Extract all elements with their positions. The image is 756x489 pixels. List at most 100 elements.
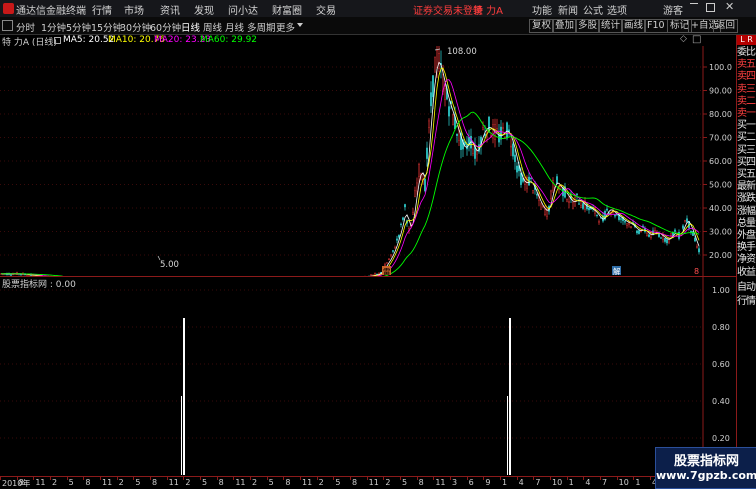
user-guest[interactable]: 游客 (663, 2, 683, 17)
indicator-tick-label: 0.80 (712, 323, 730, 332)
tool-huaxian[interactable]: 画线 (621, 19, 646, 33)
period-monthly[interactable]: 月线 (225, 20, 244, 34)
close-icon[interactable]: ✕ (725, 0, 734, 13)
period-fenshi[interactable]: 分时 (16, 20, 35, 34)
maximize-icon[interactable] (706, 3, 715, 12)
period-more[interactable]: 更多 (276, 20, 295, 34)
menu-xuanxiang[interactable]: 选项 (607, 2, 627, 17)
date-label: 2 (185, 478, 190, 487)
date-label: 5 (69, 478, 74, 487)
restore-icon[interactable]: □ (692, 34, 701, 45)
date-tick (517, 477, 518, 480)
menu-gongneng[interactable]: 功能 (532, 2, 552, 17)
candle-body (386, 263, 387, 264)
menu-hangqing[interactable]: 行情 (92, 2, 112, 17)
indicator-chart[interactable]: 1.000.800.600.400.20 (0, 276, 736, 476)
chevron-down-icon[interactable] (297, 23, 303, 27)
date-label: 10 (552, 478, 562, 487)
candle-body (690, 231, 691, 232)
date-label: 11 (369, 478, 379, 487)
ma5-line (1, 62, 699, 276)
tool-diejia[interactable]: 叠加 (552, 19, 577, 33)
quote-bottom-item-1[interactable]: 行情 (737, 295, 756, 309)
ma10-line (1, 68, 699, 276)
date-label: 8 (19, 478, 24, 487)
price-axis: 100.090.0080.0070.0060.0050.0040.0030.00… (709, 63, 732, 260)
date-label: 9 (485, 478, 490, 487)
menu-jiaoyi[interactable]: 交易 (316, 2, 336, 17)
candle-body (516, 166, 517, 172)
candle-body (626, 224, 627, 226)
menu-wenxiaoda[interactable]: 问小达 (228, 2, 258, 17)
period-1min[interactable]: 1分钟 (41, 20, 66, 34)
price-tick-label: 30.00 (709, 228, 732, 237)
candle-body (580, 205, 581, 207)
candle-body (532, 191, 533, 192)
indicator-tick-label: 0.60 (712, 360, 730, 369)
candle-body (452, 115, 453, 125)
date-label: 8 (419, 478, 424, 487)
menu-shichang[interactable]: 市场 (124, 2, 144, 17)
candle-body (568, 201, 569, 202)
date-label: 2 (52, 478, 57, 487)
candle-body (550, 191, 551, 199)
date-tick (217, 477, 218, 480)
tool-tongji[interactable]: 统计 (598, 19, 623, 33)
date-tick (17, 477, 18, 480)
date-label: 2 (252, 478, 257, 487)
price-tick-label: 80.00 (709, 110, 732, 119)
candle-body (402, 218, 403, 220)
period-multi[interactable]: 多周期 (247, 20, 276, 34)
candle-body (414, 191, 415, 197)
watermark-url: www.7gpzb.com (656, 469, 756, 482)
candle-body (640, 231, 641, 232)
menu-gongshi[interactable]: 公式 (583, 2, 603, 17)
tool-fuquan[interactable]: 复权 (529, 19, 554, 33)
date-label: 5 (202, 478, 207, 487)
tool-f10[interactable]: F10 (644, 19, 668, 33)
candle-body (540, 204, 541, 209)
event-marker-8[interactable]: 8 (694, 267, 699, 276)
date-tick (383, 477, 384, 480)
period-daily[interactable]: 日线 (181, 20, 200, 34)
period-5min[interactable]: 5分钟 (66, 20, 91, 34)
indicator-tick-label: 0.20 (712, 434, 730, 443)
candle-body (448, 107, 449, 117)
candle-body (444, 88, 445, 99)
date-tick (0, 477, 1, 480)
candle-body (396, 239, 397, 241)
signal-bar-2b (507, 396, 508, 475)
candle-body (658, 234, 659, 237)
kline-chart[interactable]: 100.090.0080.0070.0060.0050.0040.0030.00… (0, 46, 736, 276)
date-label: 5 (402, 478, 407, 487)
candlesticks (0, 46, 699, 276)
tool-back[interactable]: 返回 (713, 19, 738, 33)
tool-duogu[interactable]: 多股 (575, 19, 600, 33)
price-tick-label: 70.00 (709, 134, 732, 143)
period-30min[interactable]: 30分钟 (120, 20, 151, 34)
panel-toggle-icon[interactable] (2, 20, 13, 31)
candle-body (400, 224, 401, 225)
diamond-icon[interactable]: ◇ (680, 34, 687, 44)
candle-body (384, 265, 385, 266)
candle-body (654, 230, 655, 231)
app-logo-icon (3, 3, 14, 14)
minimize-icon[interactable] (690, 3, 698, 4)
candle-body (556, 176, 557, 183)
quote-bottom-item-0[interactable]: 自动 (737, 281, 756, 295)
period-60min[interactable]: 60分钟 (150, 20, 181, 34)
menu-caifuquan[interactable]: 财富圈 (272, 2, 302, 17)
expand-icon[interactable] (54, 37, 61, 44)
period-15min[interactable]: 15分钟 (91, 20, 122, 34)
candle-body (510, 146, 511, 147)
date-tick (233, 477, 234, 480)
period-weekly[interactable]: 周线 (203, 20, 222, 34)
candle-body (506, 123, 507, 138)
menu-xinwen[interactable]: 新闻 (558, 2, 578, 17)
lr-badge[interactable]: L R (737, 35, 756, 45)
date-tick (317, 477, 318, 480)
date-tick (67, 477, 68, 480)
menu-faxian[interactable]: 发现 (194, 2, 214, 17)
menu-zixun[interactable]: 资讯 (160, 2, 180, 17)
date-label: 2 (119, 478, 124, 487)
